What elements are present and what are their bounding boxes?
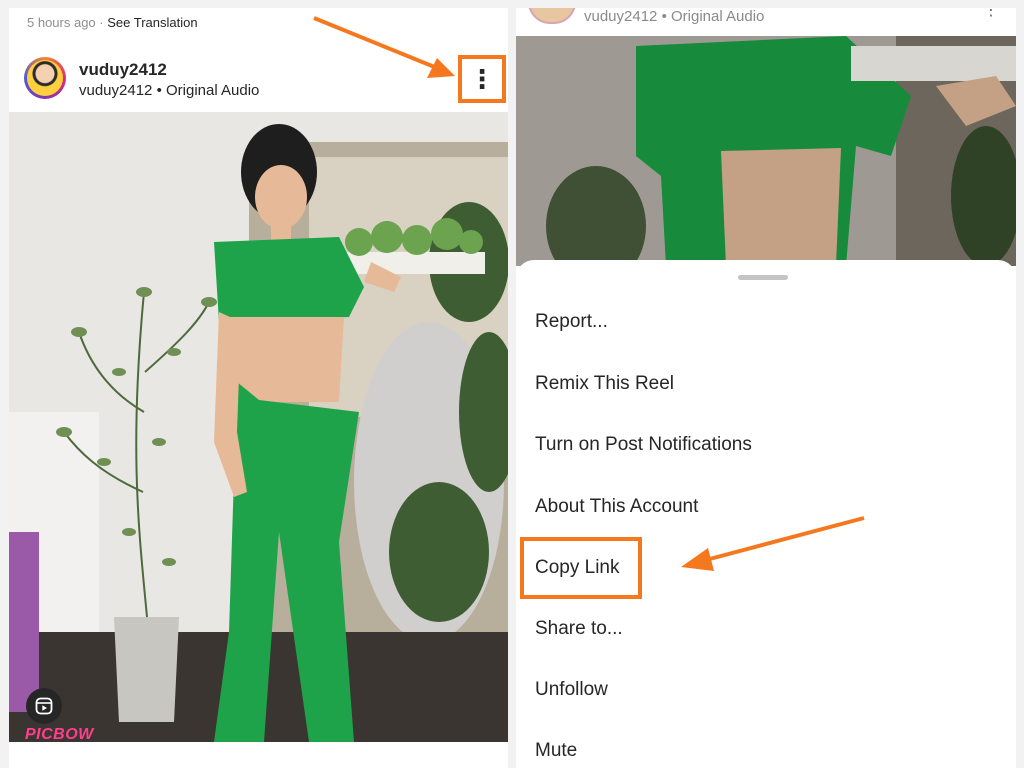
menu-item-remix[interactable]: Remix This Reel xyxy=(535,373,674,395)
menu-item-about-account[interactable]: About This Account xyxy=(535,496,698,518)
reel-photo-dimmed xyxy=(516,36,1016,266)
post-audio-subtitle: vuduy2412 • Original Audio xyxy=(584,8,765,25)
more-vertical-icon: ⋮ xyxy=(469,64,495,94)
menu-item-mute[interactable]: Mute xyxy=(535,740,577,762)
picbow-watermark: PICBOW xyxy=(25,726,94,743)
reel-post-panel: 5 hours ago · See Translation vuduy2412 … xyxy=(9,8,508,768)
post-username[interactable]: vuduy2412 xyxy=(79,60,167,80)
more-options-button[interactable]: ⋮ xyxy=(458,55,506,103)
options-sheet-panel: vuduy2412 • Original Audio ⋮ Report... R… xyxy=(516,8,1016,768)
reels-icon[interactable] xyxy=(26,688,62,724)
see-translation-link[interactable]: See Translation xyxy=(107,15,197,30)
reel-photo[interactable] xyxy=(9,112,508,742)
more-vertical-icon: ⋮ xyxy=(983,8,999,19)
timestamp-separator: · xyxy=(95,15,108,30)
copy-link-highlight xyxy=(520,537,642,599)
menu-item-post-notifications[interactable]: Turn on Post Notifications xyxy=(535,434,752,456)
reel-photo-illustration xyxy=(9,112,508,742)
avatar xyxy=(528,8,576,24)
post-timestamp-line: 5 hours ago · See Translation xyxy=(27,15,198,30)
avatar[interactable] xyxy=(24,57,66,99)
time-ago: 5 hours ago xyxy=(27,15,96,30)
avatar-image xyxy=(27,60,63,96)
reels-glyph-icon xyxy=(35,697,53,715)
sheet-drag-handle[interactable] xyxy=(738,275,788,280)
menu-item-share-to[interactable]: Share to... xyxy=(535,618,623,640)
options-bottom-sheet: Report... Remix This Reel Turn on Post N… xyxy=(516,260,1016,768)
menu-item-report[interactable]: Report... xyxy=(535,311,608,333)
post-audio-subtitle[interactable]: vuduy2412 • Original Audio xyxy=(79,82,259,99)
reel-photo-dimmed-illustration xyxy=(516,36,1016,266)
menu-item-unfollow[interactable]: Unfollow xyxy=(535,679,608,701)
